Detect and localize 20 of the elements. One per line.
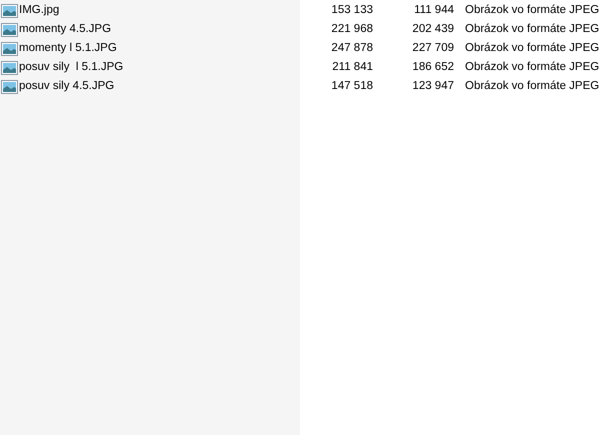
file-size: 211 841 [331,60,373,75]
file-size: 147 518 [330,79,373,94]
compressed-size: 202 439 [411,22,454,37]
file-type: Obrázok vo formáte JPEG [465,41,600,56]
file-type: Obrázok vo formáte JPEG [465,22,600,37]
file-size: 153 133 [330,3,373,18]
file-name[interactable]: IMG.jpg [19,2,60,19]
file-name[interactable]: momenty l 5.1.JPG [19,40,117,57]
file-size: 247 878 [330,41,373,56]
compressed-size: 123 947 [411,79,454,94]
file-name[interactable]: momenty 4.5.JPG [19,21,112,38]
compressed-size: 111 944 [413,3,454,18]
file-type: Obrázok vo formáte JPEG [465,79,600,94]
file-type: Obrázok vo formáte JPEG [465,3,600,18]
compressed-size: 227 709 [411,41,454,56]
compressed-size: 186 652 [411,60,454,75]
file-size: 221 968 [330,22,373,37]
file-type: Obrázok vo formáte JPEG [465,60,600,75]
file-name[interactable]: posuv sily l 5.1.JPG [19,59,124,76]
file-name[interactable]: posuv sily 4.5.JPG [19,78,114,95]
